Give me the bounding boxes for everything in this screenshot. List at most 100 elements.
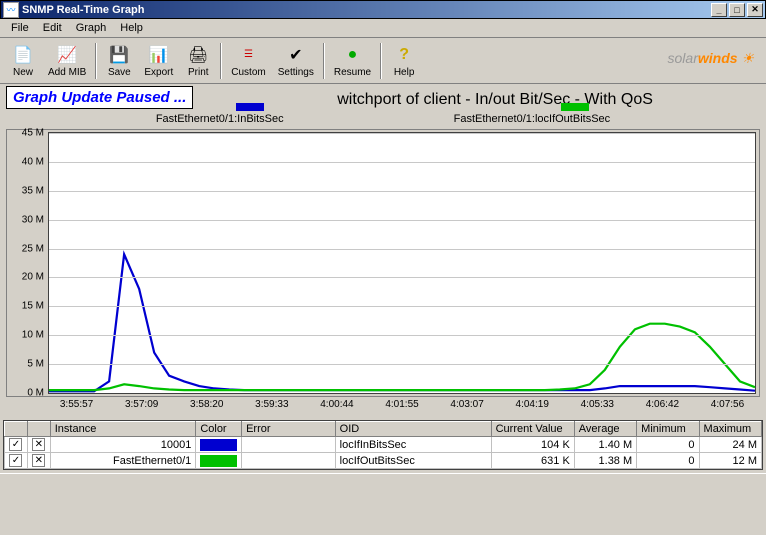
new-button[interactable]: 📄 New: [4, 42, 42, 80]
menu-bar: File Edit Graph Help: [0, 19, 766, 38]
x-tick: 4:00:44: [304, 399, 369, 410]
y-tick: 30 M: [22, 214, 44, 225]
settings-button[interactable]: ✔ Settings: [272, 42, 320, 80]
cell-error: [242, 437, 336, 453]
cell-oid: locIfOutBitsSec: [335, 453, 491, 469]
custom-button[interactable]: ☰ Custom: [225, 42, 271, 80]
chart-legend: FastEthernet0/1:InBitsSec FastEthernet0/…: [6, 111, 760, 129]
add-mib-button[interactable]: 📈 Add MIB: [42, 42, 92, 80]
cell-oid: locIfInBitsSec: [335, 437, 491, 453]
col-min[interactable]: Minimum: [637, 422, 699, 437]
export-button[interactable]: 📊 Export: [138, 42, 179, 80]
x-tick: 4:05:33: [565, 399, 630, 410]
save-icon: 💾: [108, 44, 130, 66]
row-x[interactable]: ✕: [27, 453, 50, 469]
col-current[interactable]: Current Value: [491, 422, 574, 437]
custom-icon: ☰: [237, 44, 259, 66]
row-x[interactable]: ✕: [27, 437, 50, 453]
col-oid[interactable]: OID: [335, 422, 491, 437]
app-icon: 〰: [3, 2, 19, 18]
title-bar: 〰 SNMP Real-Time Graph _ □ ✕: [0, 0, 766, 19]
cell-avg: 1.38 M: [574, 453, 636, 469]
table-row[interactable]: ✓✕10001 locIfInBitsSec104 K1.40 M024 M: [5, 437, 762, 453]
toolbar-separator: [95, 43, 97, 79]
series-table: Instance Color Error OID Current Value A…: [3, 420, 763, 470]
x-tick: 3:58:20: [174, 399, 239, 410]
x-tick: 4:07:56: [695, 399, 760, 410]
y-tick: 40 M: [22, 156, 44, 167]
x-axis: 3:55:573:57:093:58:203:59:334:00:444:01:…: [6, 397, 760, 414]
col-x: [27, 422, 50, 437]
legend-swatch-2: [561, 103, 589, 111]
brand-logo: solarwinds ☀: [668, 50, 754, 67]
col-max[interactable]: Maximum: [699, 422, 761, 437]
toolbar: 📄 New 📈 Add MIB 💾 Save 📊 Export 🖨 Print …: [0, 38, 766, 84]
y-tick: 0 M: [27, 388, 44, 399]
cell-color: [196, 453, 242, 469]
export-icon: 📊: [148, 44, 170, 66]
toolbar-separator: [380, 43, 382, 79]
settings-icon: ✔: [285, 44, 307, 66]
resume-icon: ●: [341, 44, 363, 66]
cell-avg: 1.40 M: [574, 437, 636, 453]
minimize-button[interactable]: _: [711, 3, 727, 17]
cell-max: 12 M: [699, 453, 761, 469]
toolbar-separator: [323, 43, 325, 79]
cell-min: 0: [637, 453, 699, 469]
y-axis: 0 M5 M10 M15 M20 M25 M30 M35 M40 M45 M: [10, 132, 48, 394]
plot-canvas[interactable]: [48, 132, 756, 394]
menu-file[interactable]: File: [4, 20, 36, 36]
print-button[interactable]: 🖨 Print: [179, 42, 217, 80]
menu-edit[interactable]: Edit: [36, 20, 69, 36]
save-button[interactable]: 💾 Save: [100, 42, 138, 80]
col-check: [5, 422, 28, 437]
legend-swatch-1: [236, 103, 264, 111]
x-tick: 4:01:55: [369, 399, 434, 410]
close-button[interactable]: ✕: [747, 3, 763, 17]
table-row[interactable]: ✓✕FastEthernet0/1 locIfOutBitsSec631 K1.3…: [5, 453, 762, 469]
menu-help[interactable]: Help: [113, 20, 150, 36]
status-bar: [0, 473, 766, 491]
x-tick: 4:04:19: [500, 399, 565, 410]
col-color[interactable]: Color: [196, 422, 242, 437]
x-tick: 3:57:09: [109, 399, 174, 410]
cell-max: 24 M: [699, 437, 761, 453]
cell-min: 0: [637, 437, 699, 453]
row-check[interactable]: ✓: [5, 437, 28, 453]
maximize-button[interactable]: □: [729, 3, 745, 17]
x-tick: 3:55:57: [44, 399, 109, 410]
col-instance[interactable]: Instance: [50, 422, 196, 437]
y-tick: 5 M: [27, 359, 44, 370]
x-tick: 3:59:33: [239, 399, 304, 410]
print-icon: 🖨: [187, 44, 209, 66]
row-check[interactable]: ✓: [5, 453, 28, 469]
legend-label-1: FastEthernet0/1:InBitsSec: [156, 113, 284, 125]
y-tick: 20 M: [22, 272, 44, 283]
cell-current: 631 K: [491, 453, 574, 469]
x-tick: 4:03:07: [435, 399, 500, 410]
cell-color: [196, 437, 242, 453]
y-tick: 15 M: [22, 301, 44, 312]
y-tick: 10 M: [22, 330, 44, 341]
help-button[interactable]: ? Help: [385, 42, 423, 80]
y-tick: 35 M: [22, 185, 44, 196]
y-tick: 45 M: [22, 128, 44, 139]
chart-area: Graph Update Paused ... XXXXXXXXXXXXXXXX…: [0, 84, 766, 416]
cell-error: [242, 453, 336, 469]
col-avg[interactable]: Average: [574, 422, 636, 437]
legend-label-2: FastEthernet0/1:locIfOutBitsSec: [454, 113, 611, 125]
add-mib-icon: 📈: [56, 44, 78, 66]
toolbar-separator: [220, 43, 222, 79]
y-tick: 25 M: [22, 243, 44, 254]
cell-instance: 10001: [50, 437, 196, 453]
resume-button[interactable]: ● Resume: [328, 42, 377, 80]
cell-current: 104 K: [491, 437, 574, 453]
x-tick: 4:06:42: [630, 399, 695, 410]
paused-banner: Graph Update Paused ...: [6, 86, 193, 109]
new-icon: 📄: [12, 44, 34, 66]
window-title: SNMP Real-Time Graph: [22, 4, 711, 16]
menu-graph[interactable]: Graph: [69, 20, 114, 36]
col-error[interactable]: Error: [242, 422, 336, 437]
cell-instance: FastEthernet0/1: [50, 453, 196, 469]
help-icon: ?: [393, 44, 415, 66]
